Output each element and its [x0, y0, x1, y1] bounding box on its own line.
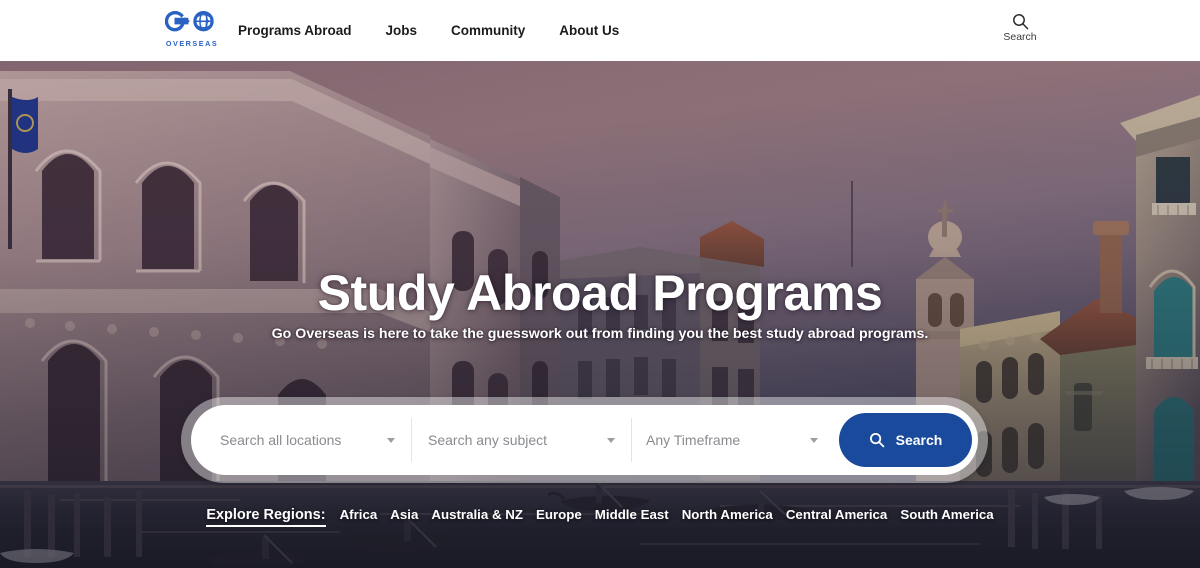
nav-item-jobs[interactable]: Jobs — [386, 0, 418, 61]
header-search-label: Search — [1003, 31, 1037, 43]
region-link-middle-east[interactable]: Middle East — [595, 507, 669, 522]
region-link-central-america[interactable]: Central America — [786, 507, 888, 522]
search-icon — [1012, 14, 1028, 30]
region-link-australia-nz[interactable]: Australia & NZ — [431, 507, 523, 522]
timeframe-select-value: Any Timeframe — [646, 432, 741, 448]
search-submit-button[interactable]: Search — [839, 413, 972, 467]
region-link-south-america[interactable]: South America — [900, 507, 993, 522]
nav-item-about-us[interactable]: About Us — [559, 0, 619, 61]
explore-regions-label: Explore Regions: — [206, 507, 326, 527]
region-link-africa[interactable]: Africa — [340, 507, 378, 522]
logo-subtitle: OVERSEAS — [165, 39, 219, 48]
region-link-north-america[interactable]: North America — [682, 507, 773, 522]
search-icon — [869, 433, 884, 448]
subject-select[interactable]: Search any subject — [412, 405, 631, 475]
page-title: Study Abroad Programs — [317, 265, 883, 321]
search-submit-label: Search — [895, 432, 943, 448]
region-link-europe[interactable]: Europe — [536, 507, 582, 522]
go-overseas-globe-logo-icon — [165, 11, 214, 32]
region-link-asia[interactable]: Asia — [390, 507, 418, 522]
site-header: OVERSEAS Programs Abroad Jobs Community … — [0, 0, 1200, 61]
hero-subtitle: Go Overseas is here to take the guesswor… — [271, 326, 929, 342]
location-select[interactable]: Search all locations — [191, 405, 411, 475]
site-logo[interactable]: OVERSEAS — [165, 11, 221, 51]
primary-navigation: Programs Abroad Jobs Community About Us — [238, 0, 619, 61]
location-select-value: Search all locations — [220, 432, 342, 448]
hero-section: Study Abroad Programs Go Overseas is her… — [0, 61, 1200, 568]
chevron-down-icon — [387, 438, 395, 443]
subject-select-value: Search any subject — [428, 432, 548, 448]
timeframe-select[interactable]: Any Timeframe — [632, 405, 834, 475]
nav-item-programs-abroad[interactable]: Programs Abroad — [238, 0, 352, 61]
chevron-down-icon — [810, 438, 818, 443]
explore-regions: Explore Regions: Africa Asia Australia &… — [0, 507, 1200, 527]
chevron-down-icon — [607, 438, 615, 443]
search-bar: Search all locations Search any subject … — [191, 405, 978, 475]
nav-item-community[interactable]: Community — [451, 0, 525, 61]
header-search-button[interactable]: Search — [990, 13, 1050, 43]
